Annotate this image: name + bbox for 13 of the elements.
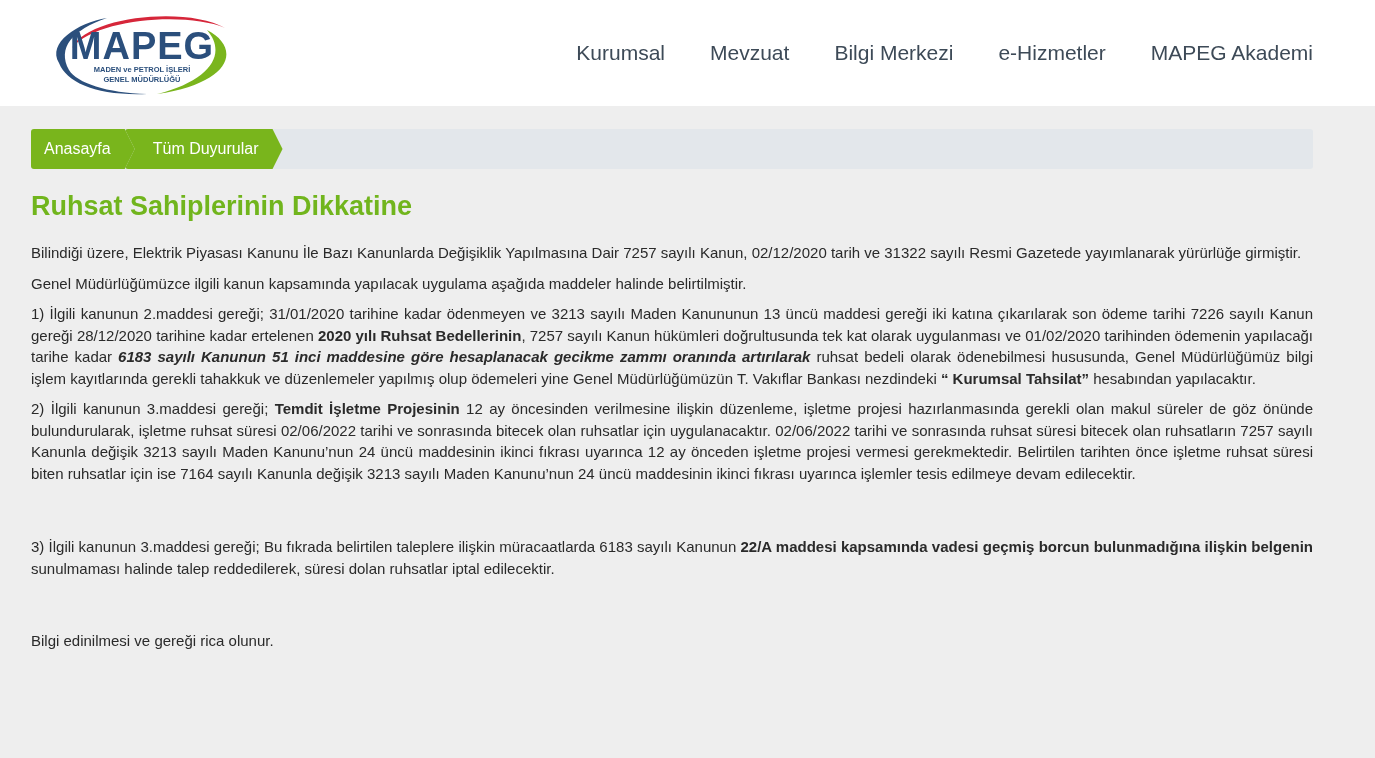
nav-link[interactable]: MAPEG Akademi (1150, 41, 1313, 65)
paragraph: 1) İlgili kanunun 2.maddesi gereği; 31/01/2020 tarihine kadar ödenmeyen ve 3213 sayılı Maden Kanununun 13 üncü maddesi gereği iki katına çıkarılarak son ödeme tarihi 7226 sayılı Kanun gereği 28/12/2020 tarihine kadar ertelenen 2020 yılı Ruhsat Bedellerinin, 7257 sayılı Kanun hükümleri doğrultusunda tek kat olarak uygulanması ve 01/02/2020 tarihinden ödemenin yapılacağı tarihe kadar 6183 sayılı Kanunun 51 inci maddesine göre hesaplanacak gecikme zammı oranında artırılarak ruhsat bedeli olarak ödenebilmesi hususunda, Genel Müdürlüğümüz bilgi işlem kayıtlarında gerekli tahakkuk ve düzenlemeler yapılmış olup ödemeleri yine Genel Müdürlüğümüzün T. Vakıflar Bankası nezdindeki “ Kurumsal Tahsilat” hesabından yapılacaktır. (31, 304, 1313, 389)
paragraph: Bilindiği üzere, Elektrik Piyasası Kanunu İle Bazı Kanunlarda Değişiklik Yapılmasına Dair 7257 sayılı Kanun, 02/12/2020 tarih ve 31322 sayılı Resmi Gazetede yayımlanarak yürürlüğe girmiştir. (31, 243, 1303, 263)
nav-link[interactable]: e-Hizmetler (998, 41, 1106, 65)
paragraph: Genel Müdürlüğümüzce ilgili kanun kapsamında yapılacak uygulama aşağıda maddeler halinde belirtilmiştir. (31, 273, 748, 294)
nav-link[interactable]: Kurumsal (576, 41, 665, 65)
paragraph: Bilgi edinilmesi ve gereği rica olunur. (31, 631, 275, 651)
paragraph: 3) İlgili kanunun 3.maddesi gereği; Bu fıkrada belirtilen taleplere ilişkin müracaatlarda 6183 sayılı Kanunun 22/A maddesi kapsamında vadesi geçmiş borcun bulunmadığına ilişkin belgenin sunulmaması halinde talep reddedilerek, süresi dolan ruhsatlar iptal edilecektir. (31, 537, 1313, 579)
nav-link[interactable]: Bilgi Merkezi (834, 41, 954, 65)
nav-link[interactable]: Mevzuat (710, 41, 790, 65)
logo-wordmark: MAPEG (69, 27, 215, 65)
paragraph: 2) İlgili kanunun 3.maddesi gereği; Temdit İşletme Projesinin 12 ay öncesinden verilmesine ilişkin düzenleme, işletme projesi hazırlanmasında gerekli olan makul süreler de göz önünde bulundurularak, işletme ruhsat süresi 02/06/2022 tarihi ve sonrasında bitecek olan ruhsatlar için uygulanacaktır. 02/06/2022 tarihi ve sonrasında ruhsat süresi bitecek olan ruhsatların 7257 sayılı Kanunla değişik 3213 sayılı Maden Kanunu’nun 24 üncü maddesinin ikinci fıkrası uyarınca 12 ay önceden işletme projesi vermesi gerekmektedir. Belirtilen tarihten önce işletme ruhsat süresi biten ruhsatlar için ise 7164 sayılı Kanunla değişik 3213 sayılı Maden Kanunu’nun 24 üncü maddesinin ikinci fıkrası uyarınca işlemler tesis edilmeye devam edilecektir. (31, 399, 1313, 484)
page-title: Ruhsat Sahiplerinin Dikkatine (31, 191, 414, 222)
